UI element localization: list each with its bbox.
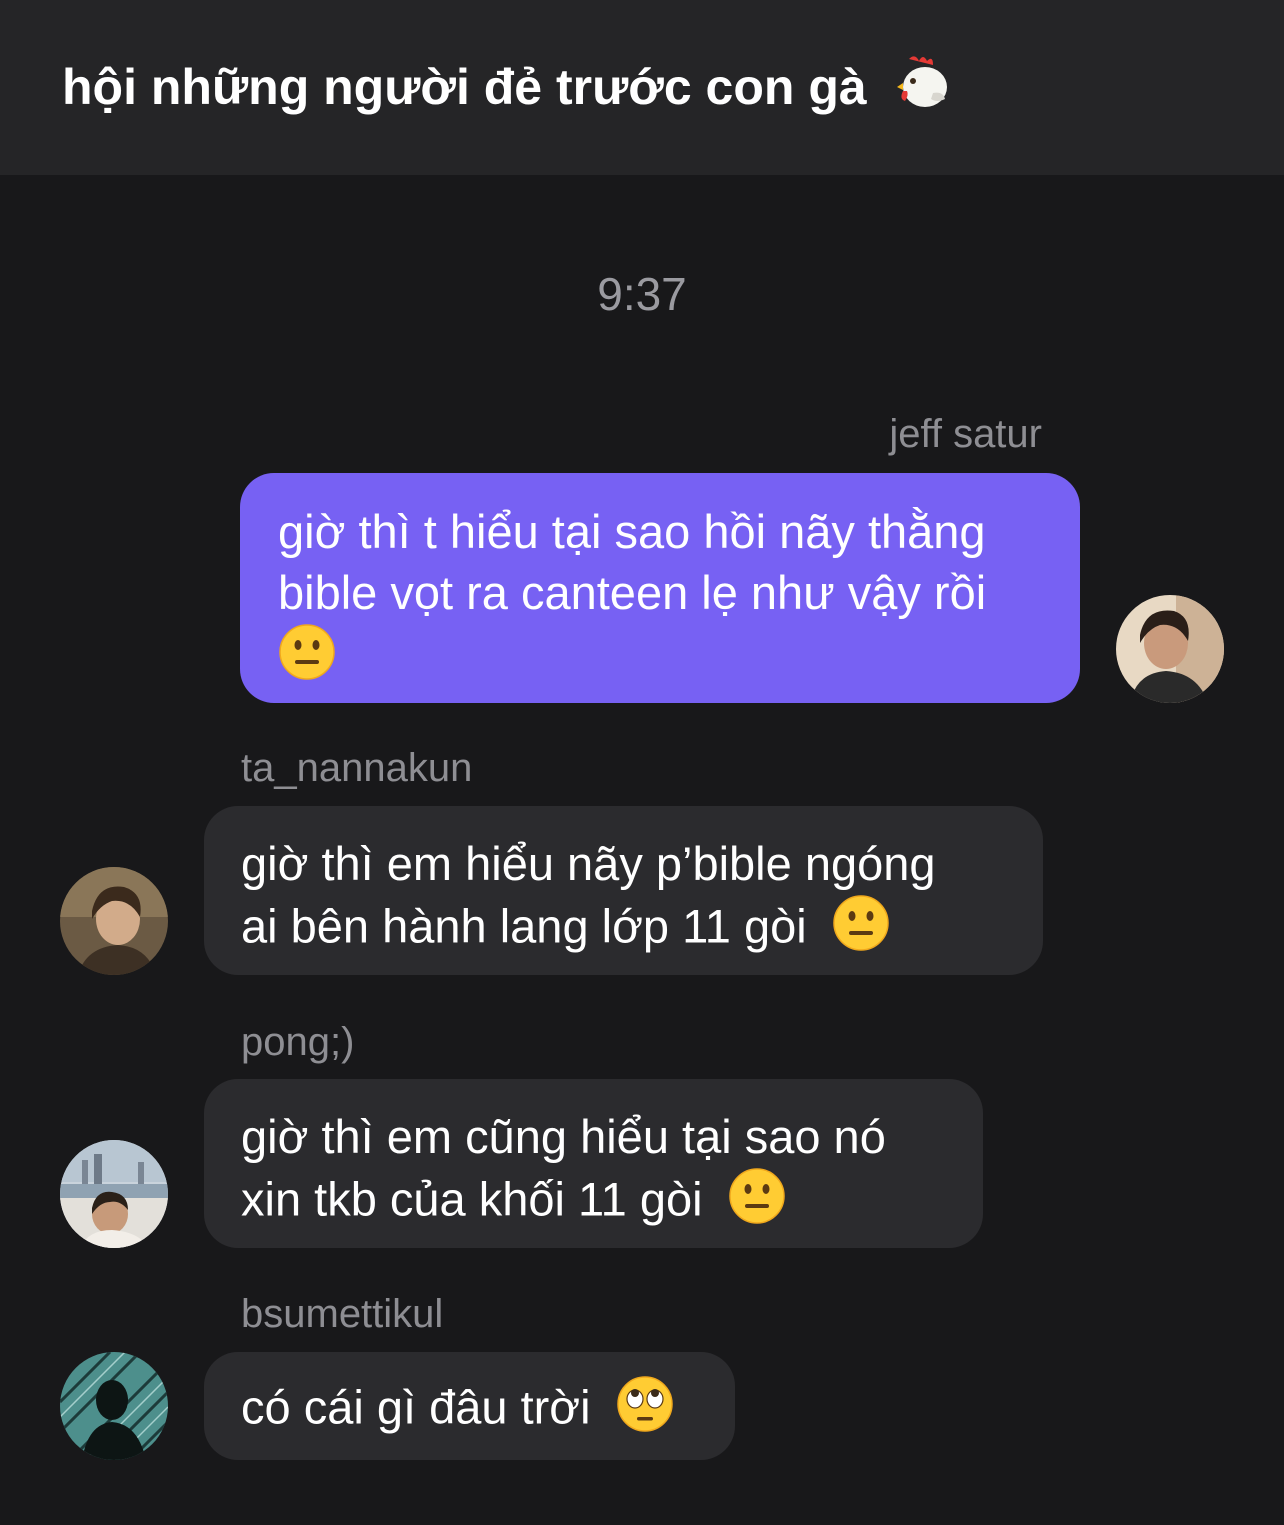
chat-header: hội những người đẻ trước con gà — [0, 0, 1284, 175]
message-line-with-emoji: ai bên hành lang lớp 11 gòi — [241, 894, 1006, 966]
avatar[interactable] — [1116, 595, 1224, 703]
avatar[interactable] — [60, 867, 168, 975]
face-with-rolling-eyes-emoji-icon — [616, 1375, 674, 1447]
message-timestamp: 9:37 — [597, 268, 687, 320]
sender-name: jeff satur — [889, 412, 1042, 456]
neutral-face-emoji-icon — [832, 894, 890, 966]
message-bubble-incoming[interactable]: giờ thì em hiểu nãy p’bible ngóng ai bên… — [204, 806, 1043, 975]
chat-title-text: hội những người đẻ trước con gà — [62, 59, 867, 115]
sender-name: ta_nannakun — [241, 746, 473, 790]
avatar[interactable] — [60, 1140, 168, 1248]
message-bubble-incoming[interactable]: có cái gì đâu trời — [204, 1352, 735, 1460]
message-line-with-emoji: có cái gì đâu trời — [241, 1375, 698, 1447]
sender-name: bsumettikul — [241, 1292, 444, 1336]
message-text: xin tkb của khối 11 gòi — [241, 1172, 703, 1226]
message-line: giờ thì em cũng hiểu tại sao nó — [241, 1110, 886, 1163]
neutral-face-emoji-icon — [728, 1167, 786, 1239]
message-text: có cái gì đâu trời — [241, 1380, 591, 1434]
sender-name: pong;) — [241, 1020, 355, 1064]
chat-title[interactable]: hội những người đẻ trước con gà — [62, 52, 953, 129]
message-line: bible vọt ra canteen lẹ như vậy rồi — [278, 566, 987, 619]
message-emoji-line — [278, 623, 1042, 695]
rooster-emoji-icon — [895, 53, 953, 129]
message-line: giờ thì em hiểu nãy p’bible ngóng — [241, 837, 936, 890]
message-text: ai bên hành lang lớp 11 gòi — [241, 899, 807, 953]
message-line: giờ thì t hiểu tại sao hồi nãy thằng — [278, 505, 986, 558]
avatar[interactable] — [60, 1352, 168, 1460]
message-line-with-emoji: xin tkb của khối 11 gòi — [241, 1167, 946, 1239]
message-bubble-incoming[interactable]: giờ thì em cũng hiểu tại sao nó xin tkb … — [204, 1079, 983, 1248]
message-bubble-outgoing[interactable]: giờ thì t hiểu tại sao hồi nãy thằng bib… — [240, 473, 1080, 703]
neutral-face-emoji-icon — [278, 623, 336, 695]
